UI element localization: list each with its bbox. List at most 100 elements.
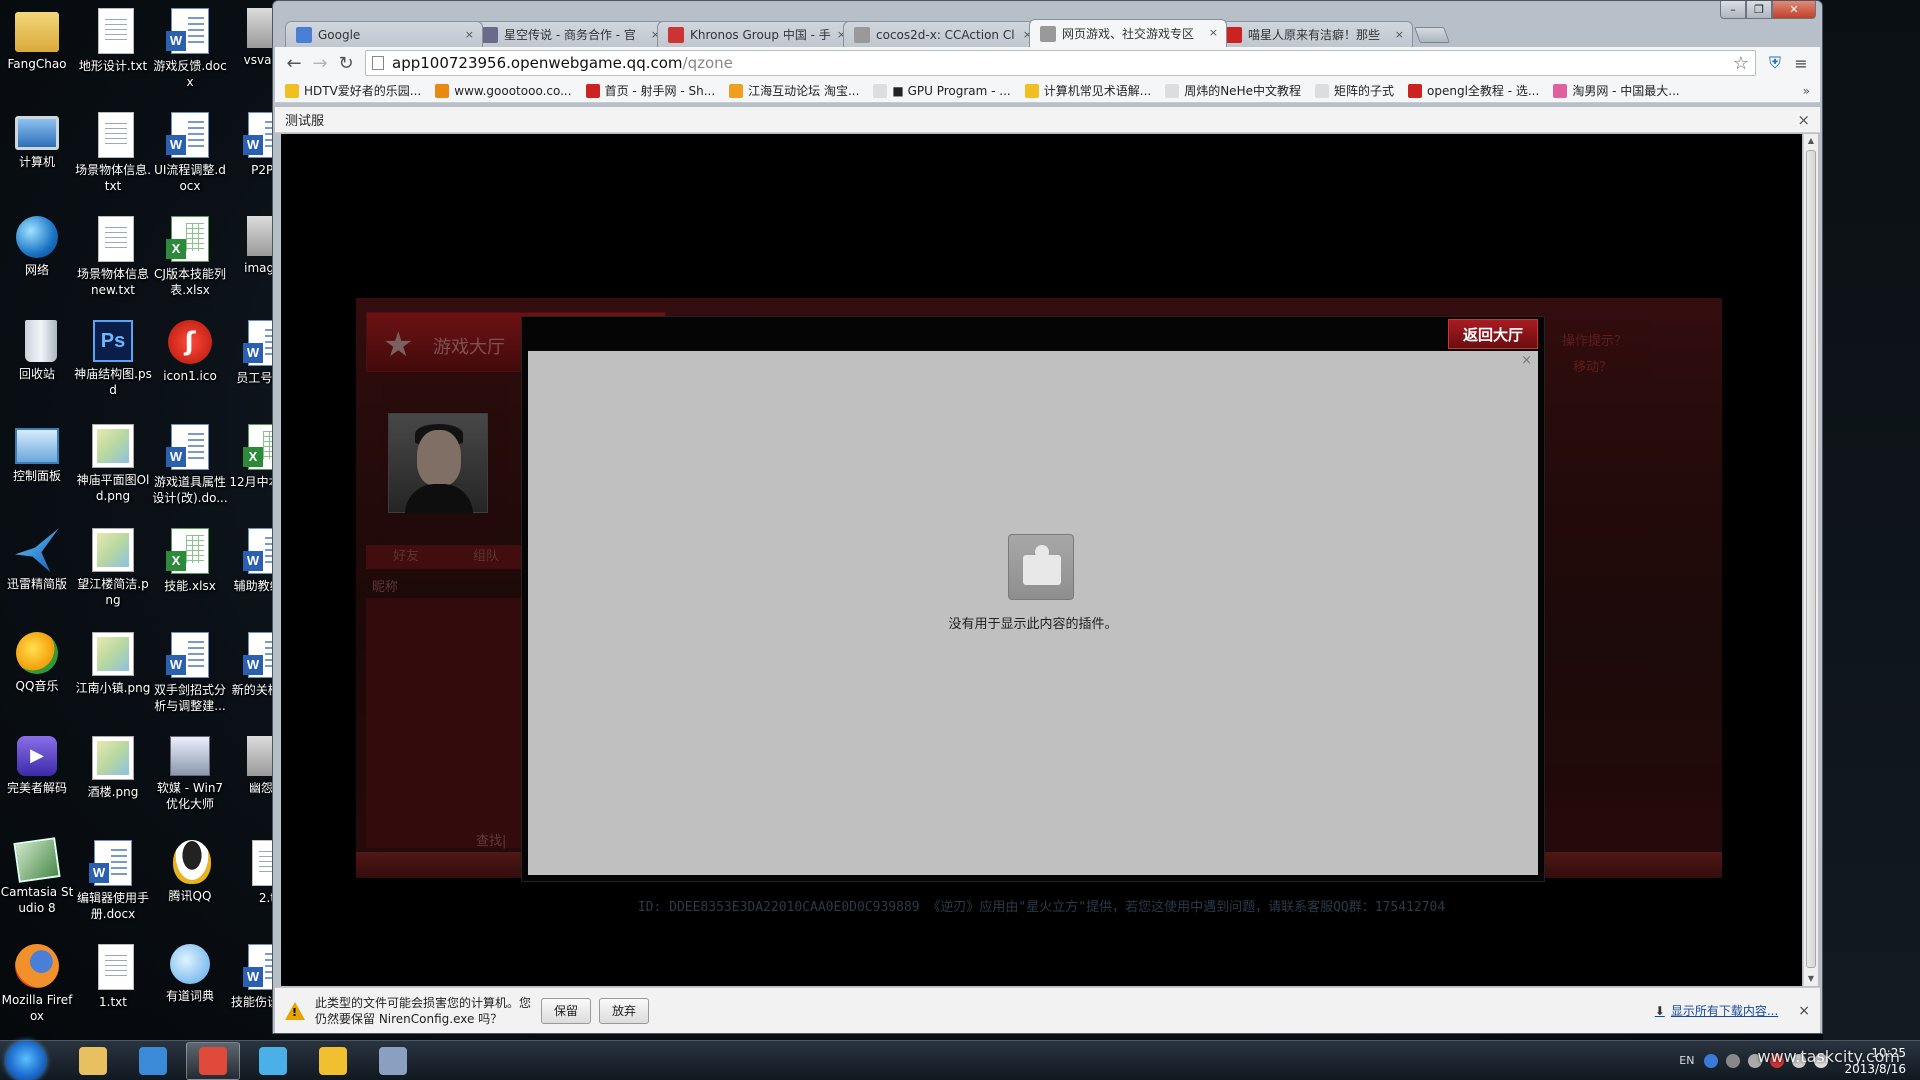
desktop-icon[interactable]: 地形设计.txt xyxy=(74,0,152,104)
img-icon xyxy=(92,528,134,572)
browser-tab[interactable]: Google × xyxy=(285,21,483,47)
desktop-icon[interactable]: 游戏道具属性设计(改).do... xyxy=(151,416,229,520)
minimize-button[interactable]: – xyxy=(1720,1,1746,19)
plugin-close-icon[interactable]: × xyxy=(1521,353,1532,368)
desktop-icon[interactable]: 完美者解码 xyxy=(0,728,76,832)
browser-tab[interactable]: cocos2d-x: CCAction Cl × xyxy=(843,21,1041,47)
download-bar-close-icon[interactable]: × xyxy=(1798,1003,1810,1019)
desktop-icon[interactable]: icon1.ico xyxy=(151,312,229,416)
desktop-icon-label: 酒楼.png xyxy=(87,785,139,799)
app-title-bar: 测试服 × xyxy=(275,107,1820,133)
taskbar-app-paint[interactable] xyxy=(366,1042,420,1080)
back-button[interactable]: ← xyxy=(281,50,307,76)
desktop-icon[interactable]: 1.txt xyxy=(74,936,152,1040)
browser-tab[interactable]: 星空传说 - 商务合作 - 官 × xyxy=(471,21,669,47)
help-icon[interactable] xyxy=(1704,1053,1719,1068)
desktop-icon[interactable]: 场景物体信息new.txt xyxy=(74,208,152,312)
maximize-button[interactable]: ❐ xyxy=(1746,1,1772,19)
show-all-downloads-link[interactable]: ⬇ 显示所有下载内容... xyxy=(1655,1002,1779,1019)
back-to-lobby-button[interactable]: 返回大厅 xyxy=(1448,319,1538,349)
desktop-icon[interactable]: 场景物体信息.txt xyxy=(74,104,152,208)
desktop-icon[interactable]: 腾讯QQ xyxy=(151,832,229,936)
tab-close-icon[interactable]: × xyxy=(1395,28,1404,41)
new-tab-button[interactable] xyxy=(1414,27,1450,43)
address-bar[interactable]: app100723956.openwebgame.qq.com /qzone ☆ xyxy=(365,50,1756,76)
browser-tab[interactable]: Khronos Group 中国 - 手 × xyxy=(657,21,855,47)
chrome-window: – ❐ ✕ Google × 星空传说 - 商务合作 - 官 × Khronos Gro… xyxy=(272,0,1823,1034)
desktop-icon[interactable]: Camtasia Studio 8 xyxy=(0,832,76,936)
red-icon xyxy=(168,320,212,364)
desktop-icon-label: 网络 xyxy=(24,263,49,277)
scroll-thumb[interactable] xyxy=(1806,150,1816,968)
desktop-icon[interactable]: 神庙结构图.psd xyxy=(74,312,152,416)
desktop-icon-label: QQ音乐 xyxy=(15,679,59,693)
taskbar-app-ie[interactable] xyxy=(126,1042,180,1080)
taskbar-app-qq[interactable] xyxy=(246,1042,300,1080)
desktop-icon[interactable]: 神庙平面图Old.png xyxy=(74,416,152,520)
desktop-icon-label: 地形设计.txt xyxy=(78,59,148,73)
qq-icon xyxy=(259,1046,287,1075)
desktop-icon[interactable]: Mozilla Firefox xyxy=(0,936,76,1040)
desktop-icon[interactable]: 软媒 - Win7优化大师 xyxy=(151,728,229,832)
search-link[interactable]: 查找| xyxy=(476,830,506,849)
desktop-icon[interactable]: FangChao xyxy=(0,0,76,104)
app-close-icon[interactable]: × xyxy=(1797,111,1810,129)
browser-tab[interactable]: 喵星人原来有洁癖！那些 × xyxy=(1215,21,1413,47)
bookmark-item[interactable]: HDTV爱好者的乐园... xyxy=(285,82,421,99)
bookmark-item[interactable]: opengl全教程 - 选... xyxy=(1408,82,1539,99)
panel-icon xyxy=(15,428,59,464)
bookmark-item[interactable]: ■ GPU Program - ... xyxy=(873,83,1011,98)
desktop-icon[interactable]: 迅雷精简版 xyxy=(0,520,76,624)
window-controls: – ❐ ✕ xyxy=(1720,1,1816,19)
bookmark-item[interactable]: 首页 - 射手网 - Sh... xyxy=(585,82,715,99)
bookmark-star-icon[interactable]: ☆ xyxy=(1733,53,1749,74)
bookmark-item[interactable]: 周炜的NeHe中文教程 xyxy=(1165,82,1301,99)
bookmark-item[interactable]: 江海互动论坛 淘宝... xyxy=(729,82,859,99)
taskbar-app-chrome[interactable] xyxy=(186,1041,240,1080)
tab-friends[interactable]: 好友 xyxy=(366,545,446,569)
start-button[interactable] xyxy=(6,1040,46,1080)
desktop-icon[interactable]: QQ音乐 xyxy=(0,624,76,728)
bookmark-item[interactable]: www.goootooo.co... xyxy=(435,83,572,98)
desktop-icon[interactable]: 酒楼.png xyxy=(74,728,152,832)
tab-close-icon[interactable]: × xyxy=(465,28,474,41)
desktop-icon[interactable]: 游戏反馈.docx xyxy=(151,0,229,104)
desktop-icon[interactable]: 江南小镇.png xyxy=(74,624,152,728)
desktop-icon[interactable]: UI流程调整.docx xyxy=(151,104,229,208)
browser-tab[interactable]: 网页游戏、社交游戏专区 × xyxy=(1029,19,1227,47)
network-icon[interactable] xyxy=(1726,1053,1741,1068)
reload-icon: ↻ xyxy=(338,52,354,74)
desktop-icon[interactable]: 计算机 xyxy=(0,104,76,208)
bookmarks-overflow-icon[interactable]: » xyxy=(1803,84,1810,98)
desktop-icon[interactable]: 技能.xlsx xyxy=(151,520,229,624)
bookmark-item[interactable]: 淘男网 - 中国最大... xyxy=(1553,82,1680,99)
extension-icon[interactable]: ⛨ xyxy=(1762,50,1788,76)
taskbar-app-explorer[interactable] xyxy=(66,1042,120,1080)
desktop-icon[interactable]: 望江楼简洁.png xyxy=(74,520,152,624)
desktop-icon[interactable]: 有道词典 xyxy=(151,936,229,1040)
menu-icon[interactable]: ≡ xyxy=(1788,50,1814,76)
keep-button[interactable]: 保留 xyxy=(541,997,592,1024)
bookmark-item[interactable]: 计算机常见术语解... xyxy=(1024,82,1151,99)
bookmark-item[interactable]: 矩阵的子式 xyxy=(1314,82,1394,99)
bookmark-favicon-icon xyxy=(285,83,299,98)
desktop-icon[interactable]: 编辑器使用手册.docx xyxy=(74,832,152,936)
arrow-right-icon: → xyxy=(312,52,328,74)
desktop-icon[interactable]: 双手剑招式分析与调整建... xyxy=(151,624,229,728)
desktop-icon[interactable]: 网络 xyxy=(0,208,76,312)
reload-button[interactable]: ↻ xyxy=(333,50,359,76)
language-indicator[interactable]: EN xyxy=(1679,1054,1694,1067)
scroll-down-icon[interactable]: ▼ xyxy=(1804,972,1818,986)
window-close-button[interactable]: ✕ xyxy=(1772,1,1816,19)
discard-button[interactable]: 放弃 xyxy=(599,997,650,1024)
taskbar-app-notes[interactable] xyxy=(306,1042,360,1080)
vertical-scrollbar[interactable]: ▲ ▼ xyxy=(1803,134,1818,986)
tab-close-icon[interactable]: × xyxy=(1209,26,1218,39)
tab-team[interactable]: 组队 xyxy=(446,545,526,569)
desktop-icon[interactable]: CJ版本技能列表.xlsx xyxy=(151,208,229,312)
forward-button[interactable]: → xyxy=(307,50,333,76)
scroll-up-icon[interactable]: ▲ xyxy=(1804,134,1818,148)
desktop-icon[interactable]: 回收站 xyxy=(0,312,76,416)
desktop-icon[interactable]: 控制面板 xyxy=(0,416,76,520)
word-icon xyxy=(166,424,209,470)
